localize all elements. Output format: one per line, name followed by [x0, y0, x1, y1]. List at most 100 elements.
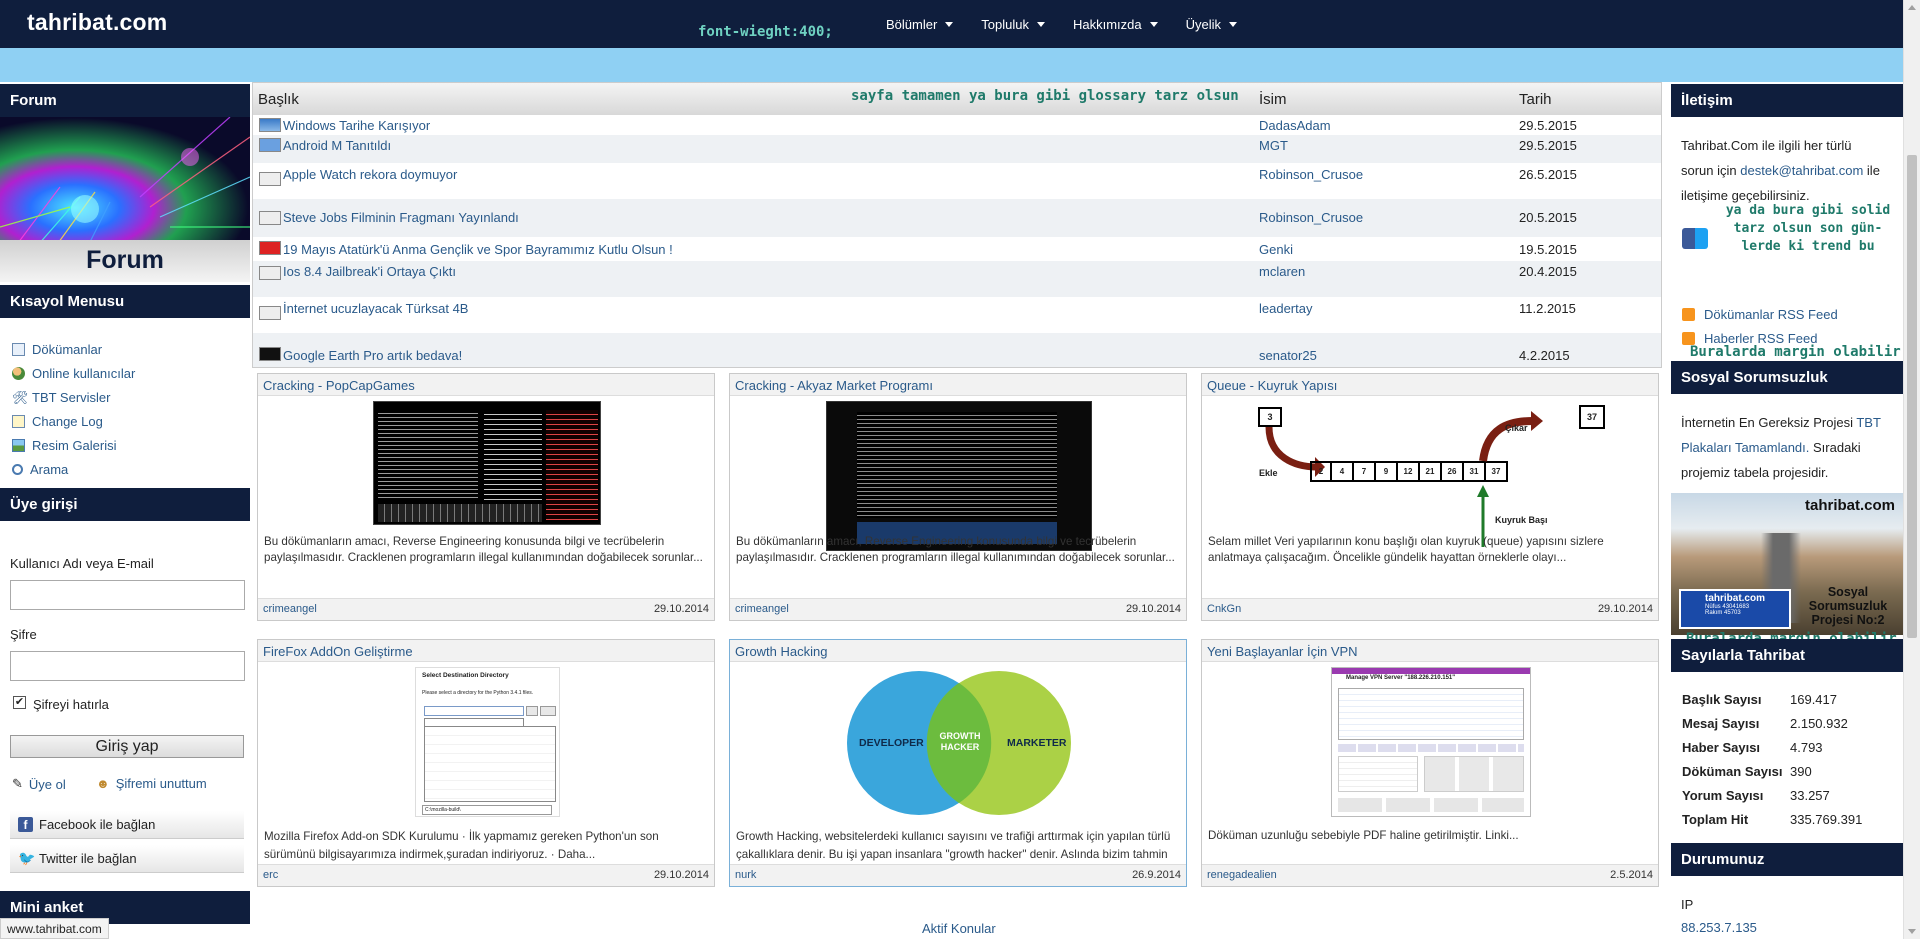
social-icons[interactable] [1682, 228, 1708, 249]
debugger-screenshot-image[interactable] [826, 401, 1092, 551]
card-title[interactable]: Yeni Başlayanlar İçin VPN [1202, 640, 1658, 662]
facebook-connect-button[interactable]: f Facebook ile bağlan [10, 811, 244, 839]
card-title[interactable]: Cracking - PopCapGames [258, 374, 714, 396]
password-input[interactable] [10, 651, 245, 681]
shortcut-change-log[interactable]: Change Log [12, 409, 135, 433]
card-title[interactable]: Queue - Kuyruk Yapısı [1202, 374, 1658, 396]
nav-hakkimizda[interactable]: Hakkımızda [1073, 17, 1158, 32]
table-row[interactable]: Ios 8.4 Jailbreak'i Ortaya Çıktı mclaren… [253, 261, 1661, 297]
search-icon [12, 463, 23, 475]
shortcut-online-users[interactable]: Online kullanıcılar [12, 361, 135, 385]
table-row[interactable]: Google Earth Pro artık bedava! senator25… [253, 333, 1661, 367]
card-title[interactable]: Growth Hacking [730, 640, 1186, 662]
shortcut-resim-galerisi[interactable]: Resim Galerisi [12, 433, 135, 457]
card-footer: erc 29.10.2014 [258, 864, 714, 886]
page-scrollbar[interactable] [1903, 0, 1920, 939]
site-logo[interactable]: tahribat.com [27, 9, 167, 36]
news-icon [259, 172, 281, 186]
twitter-icon: 🐦 [18, 850, 36, 866]
article-card[interactable]: Cracking - Akyaz Market Programı Bu dökü… [729, 373, 1187, 621]
table-row[interactable]: 19 Mayıs Atatürk'ü Anma Gençlik ve Spor … [253, 237, 1661, 261]
users-icon [12, 366, 25, 380]
card-author[interactable]: erc [263, 869, 278, 881]
plate-sign: tahribat.com Nüfus 43041683 Rakım 45703 [1679, 589, 1791, 629]
card-excerpt: Mozilla Firefox Add-on SDK Kurulumu · İl… [264, 830, 659, 861]
rss-dokumanlar[interactable]: Dökümanlar RSS Feed [1682, 307, 1838, 322]
plate-caption: Sosyal Sorumsuzluk Projesi No:2 [1808, 585, 1888, 627]
shortcut-arama[interactable]: Arama [12, 457, 135, 481]
table-row[interactable]: Steve Jobs Filminin Fragmanı Yayınlandı … [253, 199, 1661, 237]
facebook-icon: f [18, 817, 33, 832]
stat-row: Toplam Hit 335.769.391 [1682, 812, 1863, 827]
solid-style-note: ya da bura gibi solid tarz olsun son gün… [1725, 203, 1891, 254]
card-date: 29.10.2014 [1125, 603, 1181, 615]
contact-email-link[interactable]: destek@tahribat.com [1740, 163, 1863, 178]
shortcut-menu: Dökümanlar Online kullanıcılar 🛠 TBT Serv… [12, 337, 135, 481]
card-footer: nurk 26.9.2014 [730, 864, 1186, 886]
nav-uyelik[interactable]: Üyelik [1186, 17, 1238, 32]
forum-header: Forum [0, 84, 250, 117]
ip-label: IP [1681, 897, 1694, 912]
card-title[interactable]: Cracking - Akyaz Market Programı [730, 374, 1186, 396]
register-link[interactable]: ✎ Üye ol [12, 776, 66, 792]
chevron-down-icon [1149, 21, 1158, 27]
article-card[interactable]: Growth Hacking DEVELOPER GROWTH HACKER M… [729, 639, 1187, 887]
article-card[interactable]: Queue - Kuyruk Yapısı 3 Ekle 2 4 7 9 12 … [1201, 373, 1659, 621]
growth-hacking-venn-image[interactable]: DEVELOPER GROWTH HACKER MARKETER [821, 667, 1097, 817]
password-label: Şifre [10, 627, 37, 642]
table-row[interactable]: İnternet ucuzlayacak Türksat 4B leaderta… [253, 297, 1661, 333]
article-card[interactable]: FireFox AddOn Geliştirme Select Destinat… [257, 639, 715, 887]
vpn-manager-screenshot-image[interactable]: Manage VPN Server "188.226.210.151" [1331, 667, 1531, 817]
nav-bolumler[interactable]: Bölümler [886, 17, 954, 32]
scroll-thumb[interactable] [1907, 155, 1917, 638]
table-row[interactable]: Windows Tarihe Karışıyor DadasAdam 29.5.… [253, 115, 1661, 135]
card-author[interactable]: CnkGn [1207, 603, 1241, 615]
twitter-connect-button[interactable]: 🐦 Twitter ile bağlan [10, 845, 244, 873]
terminal-screenshot-image[interactable] [373, 401, 601, 525]
stat-row: Döküman Sayısı 390 [1682, 764, 1812, 779]
stats-header: Sayılarla Tahribat [1671, 639, 1903, 672]
users-key-icon: ☻ [96, 776, 110, 791]
table-row[interactable]: Android M Tanıtıldı MGT 29.5.2015 [253, 135, 1661, 163]
changelog-icon [12, 414, 25, 428]
android-thumb-icon [259, 138, 281, 152]
plate-project-image[interactable]: tahribat.com tahribat.com Nüfus 43041683… [1671, 493, 1903, 635]
remember-checkbox[interactable]: ✔ [13, 696, 26, 709]
card-date: 29.10.2014 [653, 603, 709, 615]
col-title: Başlık [258, 91, 299, 108]
username-input[interactable] [10, 580, 245, 610]
card-author[interactable]: renegadealien [1207, 869, 1277, 881]
browser-status-url: www.tahribat.com [0, 918, 109, 939]
username-label: Kullanıcı Adı veya E-mail [10, 556, 154, 571]
article-card[interactable]: Yeni Başlayanlar İçin VPN Manage VPN Ser… [1201, 639, 1659, 887]
ip-value[interactable]: 88.253.7.135 [1681, 920, 1757, 935]
chevron-down-icon [1229, 21, 1238, 27]
top-navbar: tahribat.com font-wieght:400; Bölümler T… [0, 0, 1903, 48]
shortcuts-header: Kısayol Menusu [0, 285, 250, 318]
directory-dialog-image[interactable]: Select Destination Directory Please sele… [415, 667, 560, 817]
card-author[interactable]: crimeangel [263, 603, 317, 615]
scroll-down-icon[interactable] [1908, 929, 1916, 934]
article-card[interactable]: Cracking - PopCapGames Bu dökümanların a… [257, 373, 715, 621]
card-date: 26.9.2014 [1132, 869, 1181, 881]
card-title[interactable]: FireFox AddOn Geliştirme [258, 640, 714, 662]
card-author[interactable]: crimeangel [735, 603, 789, 615]
shortcut-dokumanlar[interactable]: Dökümanlar [12, 337, 135, 361]
stat-row: Yorum Sayısı 33.257 [1682, 788, 1830, 803]
card-footer: crimeangel 29.10.2014 [730, 598, 1186, 620]
main-nav: Bölümler Topluluk Hakkımızda Üyelik [886, 0, 1238, 48]
table-row[interactable]: Apple Watch rekora doymuyor Robinson_Cru… [253, 163, 1661, 199]
turkey-flag-icon [259, 241, 281, 255]
stat-row: Haber Sayısı 4.793 [1682, 740, 1823, 755]
active-topics-link[interactable]: Aktif Konular [922, 921, 996, 936]
forum-banner-image[interactable]: Forum [0, 117, 250, 282]
chevron-down-icon [945, 21, 954, 27]
nav-topluluk[interactable]: Topluluk [981, 17, 1045, 32]
gallery-icon [12, 438, 25, 452]
login-button[interactable]: Giriş yap [10, 735, 244, 758]
queue-diagram-image[interactable]: 3 Ekle 2 4 7 9 12 21 26 31 37 Çıkar 37 K… [1255, 401, 1608, 551]
scroll-up-icon[interactable] [1908, 5, 1916, 10]
shortcut-tbt-servisler[interactable]: 🛠 TBT Servisler [12, 385, 135, 409]
card-author[interactable]: nurk [735, 869, 756, 881]
forgot-password-link[interactable]: ☻ Şifremi unuttum [96, 776, 207, 791]
